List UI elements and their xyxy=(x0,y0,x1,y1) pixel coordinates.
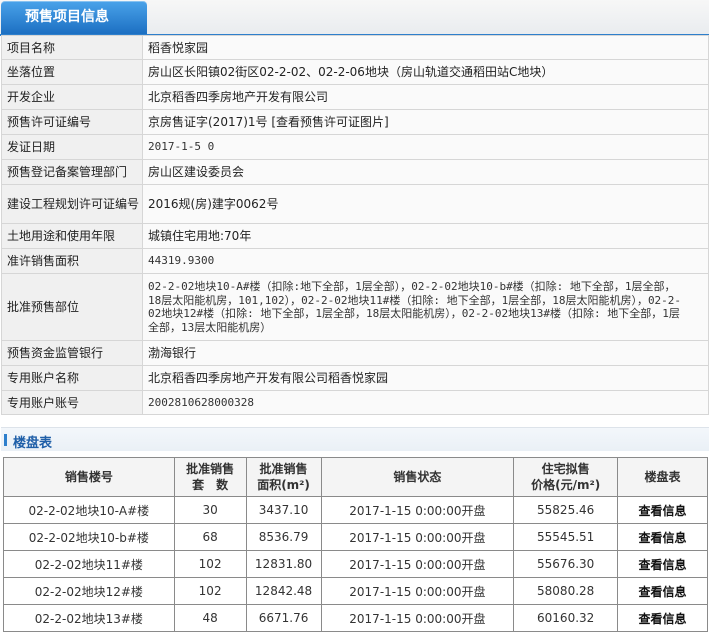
info-label: 建设工程规划许可证编号 xyxy=(1,184,143,224)
info-value: 房山区长阳镇02街区02-2-02、02-2-06地块（房山轨道交通稻田站C地块… xyxy=(142,59,709,85)
table-row: 02-2-02地块13#楼 48 6671.76 2017-1-15 0:00:… xyxy=(3,604,708,632)
info-value: 2002810628000328 xyxy=(142,390,709,415)
cell-status: 2017-1-15 0:00:00开盘 xyxy=(320,496,515,524)
info-label: 专用账户账号 xyxy=(1,390,143,415)
col-header-area-line1: 批准销售 xyxy=(259,462,308,476)
col-header-area: 批准销售 面积(m²) xyxy=(245,457,322,497)
info-label: 项目名称 xyxy=(1,35,143,60)
info-value: 北京稻香四季房地产开发有限公司稻香悦家园 xyxy=(142,365,709,391)
info-label: 预售登记备案管理部门 xyxy=(1,159,143,185)
listing-section-header: 楼盘表 xyxy=(1,427,709,451)
cell-area: 3437.10 xyxy=(245,496,322,524)
info-value: 北京稻香四季房地产开发有限公司 xyxy=(142,84,709,110)
info-row: 预售许可证编号 京房售证字(2017)1号 [查看预售许可证图片] xyxy=(1,109,709,135)
info-value: 02-2-02地块10-A#楼（扣除:地下全部，1层全部），02-2-02地块1… xyxy=(142,273,709,341)
cell-building: 02-2-02地块11#楼 xyxy=(3,550,175,578)
view-info-button[interactable]: 查看信息 xyxy=(617,496,708,524)
info-label: 专用账户名称 xyxy=(1,365,143,391)
cell-units: 102 xyxy=(173,577,247,605)
section-marker-icon xyxy=(4,434,7,446)
col-header-area-line2: 面积(m²) xyxy=(257,478,310,492)
cell-area: 12831.80 xyxy=(245,550,322,578)
cell-status: 2017-1-15 0:00:00开盘 xyxy=(320,550,515,578)
cell-building: 02-2-02地块10-A#楼 xyxy=(3,496,175,524)
table-row: 02-2-02地块10-A#楼 30 3437.10 2017-1-15 0:0… xyxy=(3,496,708,524)
view-license-image-link[interactable]: [查看预售许可证图片] xyxy=(271,115,388,129)
cell-area: 12842.48 xyxy=(245,577,322,605)
info-value: 京房售证字(2017)1号 [查看预售许可证图片] xyxy=(142,109,709,135)
table-row: 02-2-02地块11#楼 102 12831.80 2017-1-15 0:0… xyxy=(3,550,708,578)
cell-status: 2017-1-15 0:00:00开盘 xyxy=(320,523,515,551)
info-label: 预售资金监管银行 xyxy=(1,340,143,366)
table-row: 02-2-02地块12#楼 102 12842.48 2017-1-15 0:0… xyxy=(3,577,708,605)
info-label: 准许销售面积 xyxy=(1,248,143,274)
info-label: 坐落位置 xyxy=(1,59,143,85)
info-row: 发证日期 2017-1-5 0 xyxy=(1,134,709,160)
col-header-price-line1: 住宅拟售 xyxy=(541,462,590,476)
info-row: 建设工程规划许可证编号 2016规(房)建字0062号 xyxy=(1,184,709,224)
info-value: 44319.9300 xyxy=(142,248,709,274)
info-value: 2016规(房)建字0062号 xyxy=(142,184,709,224)
cell-units: 102 xyxy=(173,550,247,578)
col-header-building: 销售楼号 xyxy=(3,457,175,497)
info-row: 批准预售部位 02-2-02地块10-A#楼（扣除:地下全部，1层全部），02-… xyxy=(1,273,709,341)
info-value: 城镇住宅用地:70年 xyxy=(142,223,709,249)
col-header-price: 住宅拟售 价格(元/m²) xyxy=(513,457,619,497)
project-info-table: 项目名称 稻香悦家园 坐落位置 房山区长阳镇02街区02-2-02、02-2-0… xyxy=(1,35,709,415)
listing-header-row: 销售楼号 批准销售 套 数 批准销售 面积(m²) 销售状态 住宅拟售 价格(元… xyxy=(3,457,708,497)
view-info-button[interactable]: 查看信息 xyxy=(617,550,708,578)
cell-price: 55676.30 xyxy=(513,550,619,578)
cell-price: 60160.32 xyxy=(513,604,619,632)
cell-building: 02-2-02地块10-b#楼 xyxy=(3,523,175,551)
cell-units: 68 xyxy=(173,523,247,551)
cell-building: 02-2-02地块13#楼 xyxy=(3,604,175,632)
cell-price: 55545.51 xyxy=(513,523,619,551)
info-label: 发证日期 xyxy=(1,134,143,160)
info-row: 土地用途和使用年限 城镇住宅用地:70年 xyxy=(1,223,709,249)
cell-units: 30 xyxy=(173,496,247,524)
header-tab-bar: 预售项目信息 xyxy=(0,0,709,36)
cell-status: 2017-1-15 0:00:00开盘 xyxy=(320,604,515,632)
view-info-button[interactable]: 查看信息 xyxy=(617,523,708,551)
info-label: 土地用途和使用年限 xyxy=(1,223,143,249)
info-value: 稻香悦家园 xyxy=(142,35,709,60)
listing-section-title: 楼盘表 xyxy=(13,436,53,451)
cell-price: 55825.46 xyxy=(513,496,619,524)
info-row: 项目名称 稻香悦家园 xyxy=(1,35,709,60)
col-header-price-line2: 价格(元/m²) xyxy=(531,478,601,492)
cell-units: 48 xyxy=(173,604,247,632)
table-row: 02-2-02地块10-b#楼 68 8536.79 2017-1-15 0:0… xyxy=(3,523,708,551)
col-header-units: 批准销售 套 数 xyxy=(173,457,247,497)
cell-area: 6671.76 xyxy=(245,604,322,632)
info-row: 预售资金监管银行 渤海银行 xyxy=(1,340,709,366)
info-label: 开发企业 xyxy=(1,84,143,110)
info-row: 专用账户名称 北京稻香四季房地产开发有限公司稻香悦家园 xyxy=(1,365,709,391)
info-row: 预售登记备案管理部门 房山区建设委员会 xyxy=(1,159,709,185)
cell-area: 8536.79 xyxy=(245,523,322,551)
col-header-status: 销售状态 xyxy=(320,457,515,497)
info-value: 2017-1-5 0 xyxy=(142,134,709,160)
listing-table: 销售楼号 批准销售 套 数 批准销售 面积(m²) 销售状态 住宅拟售 价格(元… xyxy=(3,457,708,632)
view-info-button[interactable]: 查看信息 xyxy=(617,577,708,605)
col-header-table: 楼盘表 xyxy=(617,457,708,497)
info-value: 房山区建设委员会 xyxy=(142,159,709,185)
cell-building: 02-2-02地块12#楼 xyxy=(3,577,175,605)
license-number: 京房售证字(2017)1号 xyxy=(148,115,268,129)
info-row: 准许销售面积 44319.9300 xyxy=(1,248,709,274)
tab-presale-info[interactable]: 预售项目信息 xyxy=(1,1,147,34)
view-info-button[interactable]: 查看信息 xyxy=(617,604,708,632)
cell-status: 2017-1-15 0:00:00开盘 xyxy=(320,577,515,605)
col-header-units-line1: 批准销售 xyxy=(186,462,235,476)
info-row: 坐落位置 房山区长阳镇02街区02-2-02、02-2-06地块（房山轨道交通稻… xyxy=(1,59,709,85)
info-value: 渤海银行 xyxy=(142,340,709,366)
info-row: 专用账户账号 2002810628000328 xyxy=(1,390,709,415)
cell-price: 58080.28 xyxy=(513,577,619,605)
info-label: 预售许可证编号 xyxy=(1,109,143,135)
col-header-units-line2: 套 数 xyxy=(192,478,229,492)
info-row: 开发企业 北京稻香四季房地产开发有限公司 xyxy=(1,84,709,110)
info-label: 批准预售部位 xyxy=(1,273,143,341)
